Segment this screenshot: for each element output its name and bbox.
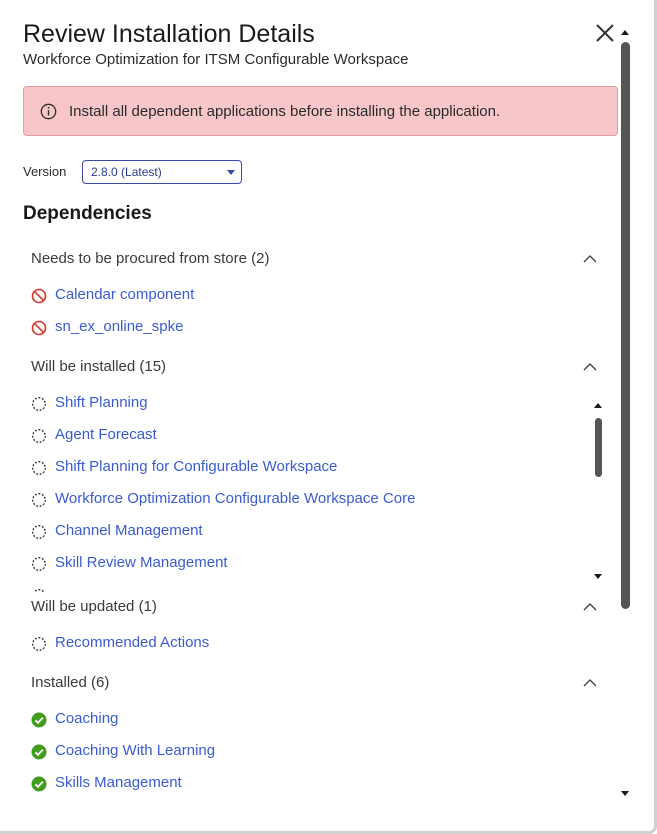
dependencies-title: Dependencies [23, 203, 152, 224]
scrollbar-thumb[interactable] [621, 42, 630, 609]
close-icon [596, 24, 614, 42]
blocked-icon [31, 288, 47, 304]
inner-scrollbar-thumb[interactable] [595, 418, 602, 477]
version-selected-value: 2.8.0 (Latest) [91, 165, 162, 179]
inner-scroll-down-arrow[interactable] [594, 574, 602, 579]
item-link: Recommended Actions [55, 634, 210, 651]
version-select[interactable]: 2.8.0 (Latest) [82, 160, 242, 184]
dialog-subtitle: Workforce Optimization for ITSM Configur… [23, 51, 409, 68]
chevron-up-icon [583, 603, 597, 611]
item-link: Coaching [55, 710, 119, 727]
review-installation-dialog: Review Installation Details Workforce Op… [0, 0, 657, 834]
check-circle-icon [31, 712, 47, 728]
item-link: Shift Planning [55, 394, 148, 411]
chevron-up-icon [583, 363, 597, 371]
version-label: Version [23, 164, 67, 179]
scroll-up-arrow[interactable] [621, 30, 629, 35]
section-header-installed[interactable]: Installed (6) [31, 673, 606, 695]
alert-text: Install all dependent applications befor… [69, 103, 501, 120]
will-install-list[interactable]: Shift Planning Agent Forecast Shift Plan… [0, 392, 610, 592]
chevron-down-icon [227, 170, 235, 175]
item-link: Agent Forecast [55, 426, 157, 443]
section-header-procure[interactable]: Needs to be procured from store (2) [31, 249, 606, 271]
pending-icon [32, 557, 46, 571]
item-link: Shift Planning for Configurable Workspac… [55, 458, 338, 475]
item-link: Calendar component [55, 286, 195, 303]
close-button[interactable] [594, 22, 616, 44]
item-link: Skills Management [55, 774, 182, 791]
check-circle-icon [31, 776, 47, 792]
chevron-up-icon [583, 255, 597, 263]
item-link: Skill Review Management [55, 554, 228, 571]
item-link: Coaching With Learning [55, 742, 216, 759]
pending-icon [32, 461, 46, 475]
info-icon [40, 103, 57, 120]
check-circle-icon [31, 744, 47, 760]
pending-icon [32, 429, 46, 443]
item-link: Channel Management [55, 522, 203, 539]
pending-icon [32, 637, 46, 651]
item-link: Workforce Optimization Configurable Work… [55, 490, 416, 507]
section-label: Will be installed (15) [31, 358, 167, 375]
inner-scroll-up-arrow[interactable] [594, 403, 602, 408]
pending-icon [32, 397, 46, 411]
blocked-icon [31, 320, 47, 336]
section-label: Installed (6) [31, 674, 110, 691]
section-label: Needs to be procured from store (2) [31, 250, 270, 267]
chevron-up-icon [583, 679, 597, 687]
section-header-will-update[interactable]: Will be updated (1) [31, 597, 606, 619]
pending-icon [32, 525, 46, 539]
section-header-will-install[interactable]: Will be installed (15) [31, 357, 606, 379]
item-link: sn_ex_online_spke [55, 318, 184, 335]
dialog-title: Review Installation Details [23, 20, 315, 48]
pending-icon [33, 589, 45, 592]
scroll-down-arrow[interactable] [621, 791, 629, 796]
section-label: Will be updated (1) [31, 598, 157, 615]
dependency-alert: Install all dependent applications befor… [23, 86, 618, 136]
pending-icon [32, 493, 46, 507]
